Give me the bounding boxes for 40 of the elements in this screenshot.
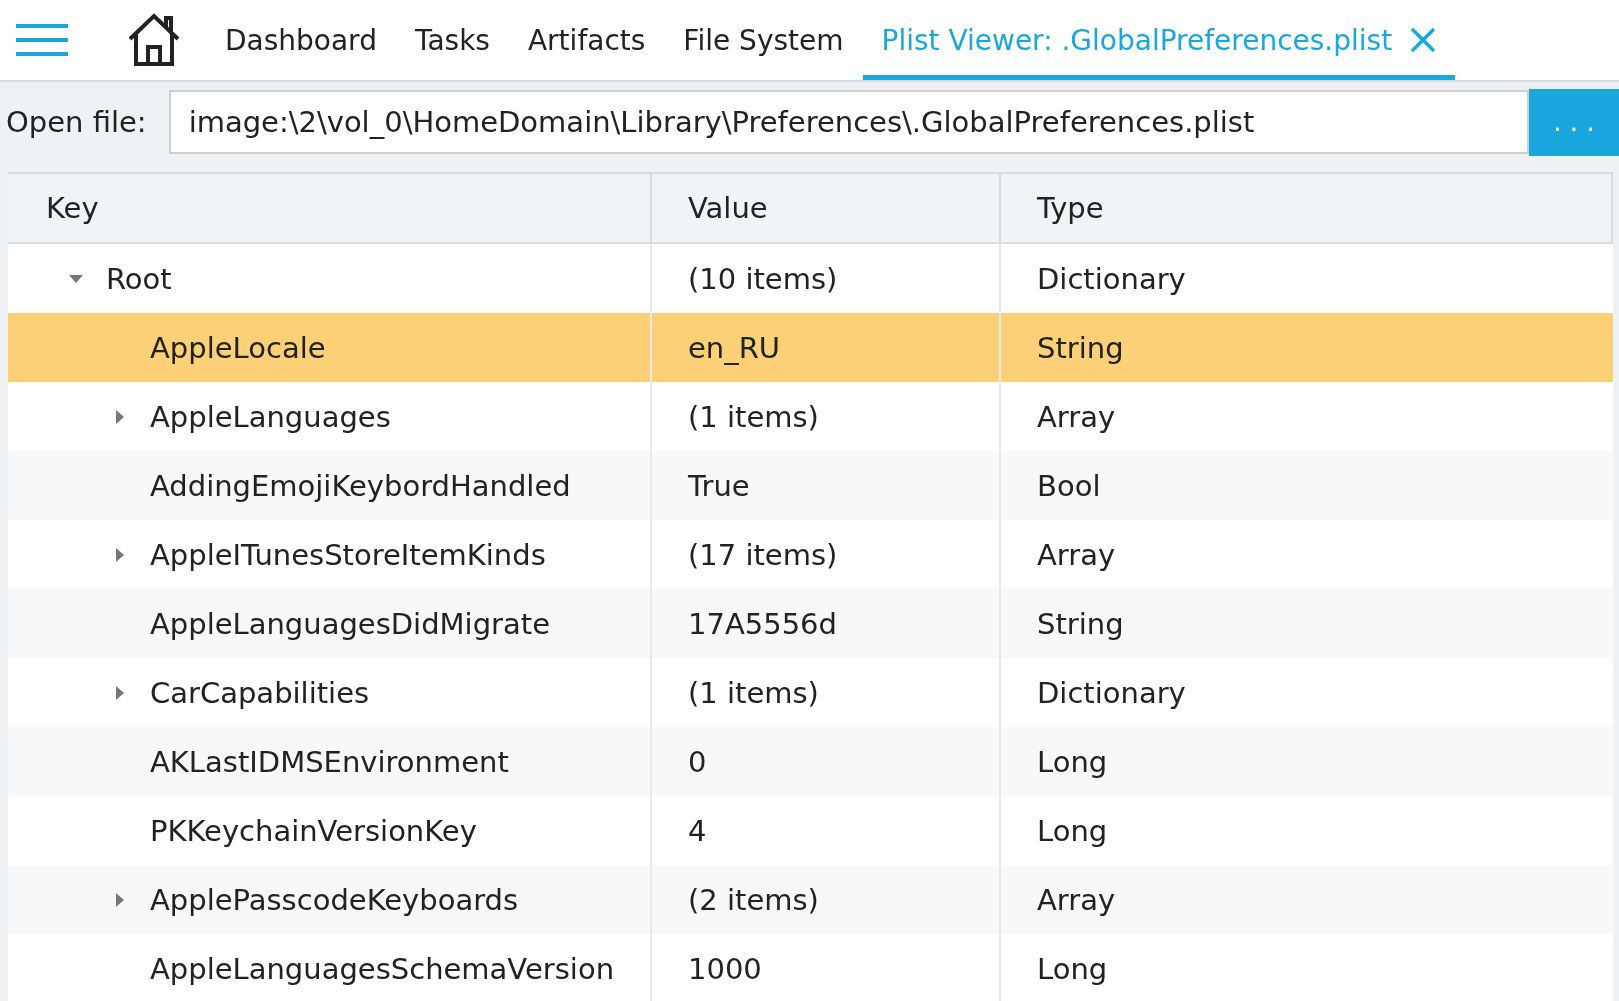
type-text: Array [1036, 536, 1117, 574]
value-text: 1000 [652, 934, 1001, 1001]
type-text: Bool [1036, 467, 1102, 505]
column-header[interactable]: Type [1001, 174, 1613, 242]
key-text: AppleLocale [150, 330, 326, 365]
tab[interactable]: File System [664, 0, 863, 80]
table-row[interactable]: AppleLanguagesDidMigrate 17A5556d String [8, 589, 1613, 658]
key-text: ApplePasscodeKeyboards [150, 882, 519, 917]
type-text: String [1036, 605, 1125, 643]
home-icon[interactable] [126, 13, 182, 67]
open-file-label: Open file: [6, 105, 147, 139]
type-text: String [1036, 329, 1125, 367]
key-text: CarCapabilities [150, 675, 370, 710]
table-row[interactable]: AKLastIDMSEnvironment 0 Long [8, 727, 1613, 796]
table-row[interactable]: AddingEmojiKeybordHandled True Bool [8, 451, 1613, 520]
key-text: Root [106, 261, 172, 296]
key-text: PKKeychainVersionKey [150, 813, 477, 848]
key-text: AppleITunesStoreItemKinds [150, 537, 546, 572]
file-path-field[interactable]: image:\2\vol_0\HomeDomain\Library\Preferences\.GlobalPreferences.plist [168, 90, 1529, 154]
type-text: Array [1036, 881, 1117, 919]
tab[interactable]: Artifacts [508, 0, 665, 80]
column-header[interactable]: Key [8, 174, 652, 242]
close-icon[interactable] [1410, 27, 1437, 53]
tab[interactable]: Tasks [395, 0, 509, 80]
key-text: AKLastIDMSEnvironment [150, 744, 509, 779]
type-text: Array [1036, 398, 1117, 436]
tab[interactable]: Dashboard [206, 0, 396, 80]
key-text: AppleLanguagesSchemaVersion [150, 951, 614, 986]
column-header[interactable]: Value [652, 174, 1001, 242]
type-text: Long [1036, 950, 1109, 988]
type-text: Dictionary [1036, 674, 1187, 712]
type-text: Long [1036, 743, 1109, 781]
type-text: Long [1036, 812, 1109, 850]
table-row[interactable]: AppleLocale en_RU String [8, 313, 1613, 382]
menu-icon[interactable] [16, 24, 68, 56]
key-text: AppleLanguages [150, 399, 391, 434]
key-text: AddingEmojiKeybordHandled [150, 468, 571, 503]
table-row[interactable]: ApplePasscodeKeyboards (2 items) Array [8, 865, 1613, 934]
type-text: Dictionary [1036, 260, 1187, 298]
key-text: AppleLanguagesDidMigrate [150, 606, 550, 641]
